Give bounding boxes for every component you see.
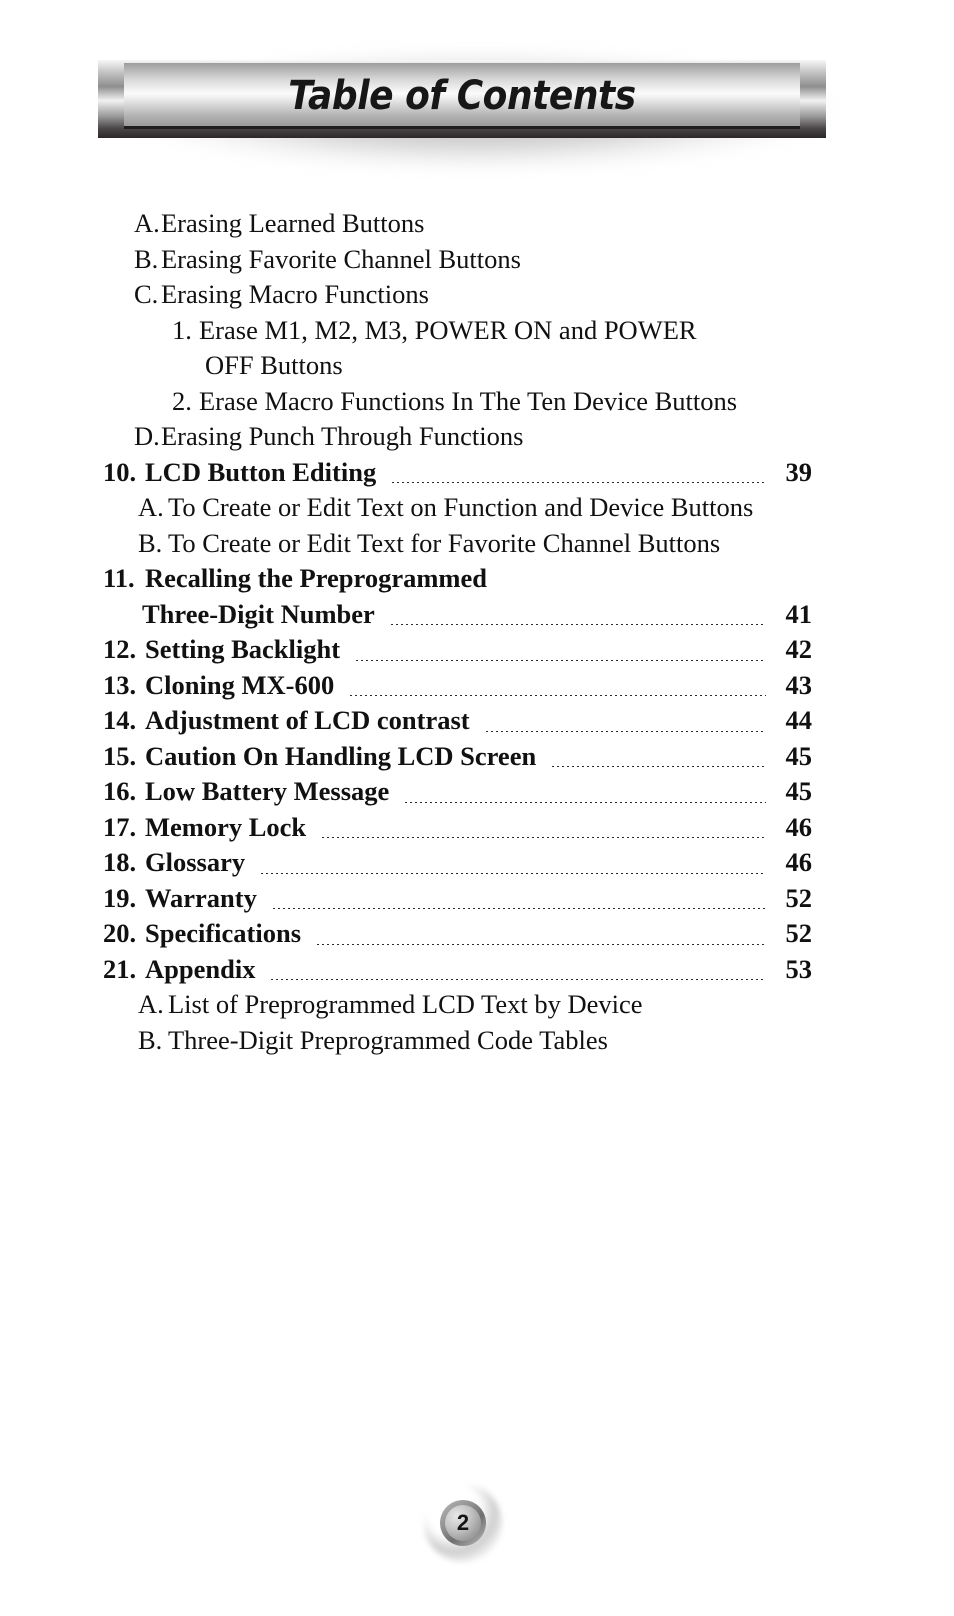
toc-entry-label: Erase Macro Functions In The Ten Device … — [199, 385, 738, 416]
toc-entry-marker: 16. — [103, 776, 137, 806]
toc-entry-marker: B. — [134, 243, 159, 274]
toc-entry-label: List of Preprogrammed LCD Text by Device — [168, 989, 643, 1019]
toc-entry-marker: 19. — [103, 882, 137, 913]
toc-entry[interactable]: D. Erasing Punch Through Functions — [0, 419, 954, 455]
toc-entry-label: Glossary — [145, 847, 246, 877]
toc-entry-label: Cloning MX-600 — [145, 669, 335, 700]
toc-entry-label: Caution On Handling LCD Screen — [145, 740, 537, 771]
toc-entry-page: 42 — [785, 634, 813, 664]
toc-entry-marker: 12. — [103, 634, 137, 664]
toc-leader-dots — [350, 695, 766, 696]
toc-entry-marker: 17. — [103, 811, 137, 842]
toc-entry-label: To Create or Edit Text on Function and D… — [168, 492, 754, 522]
toc-leader-dots — [552, 766, 766, 767]
toc-leader-dots — [390, 624, 766, 625]
toc-entry-page: 52 — [785, 918, 813, 948]
toc-entry[interactable]: C. Erasing Macro Functions — [0, 277, 954, 313]
toc-entry-page: 44 — [785, 705, 813, 735]
toc-entry-page: 46 — [785, 847, 813, 877]
toc-entry-page: 45 — [785, 776, 813, 806]
toc-entry[interactable]: 13. Cloning MX-600 43 — [0, 668, 954, 704]
toc-entry-page: 53 — [785, 953, 813, 984]
toc-entry[interactable]: Three-Digit Number 41 — [0, 597, 954, 633]
toc-entry[interactable]: B. Three-Digit Preprogrammed Code Tables — [0, 1023, 954, 1059]
toc-entry-label: Appendix — [145, 953, 256, 984]
toc-leader-dots — [271, 979, 766, 980]
toc-entry[interactable]: A. List of Preprogrammed LCD Text by Devi… — [0, 987, 954, 1023]
toc-entry[interactable]: 10. LCD Button Editing 39 — [0, 455, 954, 491]
toc-entry-label: OFF Buttons — [205, 350, 343, 380]
page-number-badge: 2 — [424, 1484, 502, 1562]
toc-entry-label: Adjustment of LCD contrast — [145, 705, 470, 735]
toc-entry-marker: A. — [138, 989, 164, 1019]
toc-entry-page: 41 — [785, 598, 813, 629]
toc-entry-marker: 2. — [172, 385, 192, 416]
toc-entry-marker: 11. — [103, 563, 135, 593]
toc-leader-dots — [392, 482, 766, 483]
toc-entry-marker: 13. — [103, 669, 137, 700]
toc-entry[interactable]: B. Erasing Favorite Channel Buttons — [0, 242, 954, 278]
table-of-contents-list: A. Erasing Learned Buttons B. Erasing Favor… — [0, 206, 954, 1058]
toc-entry-marker: 1. — [172, 314, 192, 345]
toc-entry-label: LCD Button Editing — [145, 456, 377, 487]
toc-entry-page: 43 — [785, 669, 813, 700]
toc-entry-marker: 10. — [103, 456, 137, 487]
toc-leader-dots — [322, 837, 766, 838]
toc-entry-label: Recalling the Preprogrammed — [145, 563, 487, 593]
toc-entry-marker: 15. — [103, 740, 137, 771]
toc-entry-label: Low Battery Message — [145, 776, 390, 806]
toc-entry[interactable]: 16. Low Battery Message 45 — [0, 774, 954, 810]
toc-entry[interactable]: OFF Buttons — [0, 348, 954, 384]
toc-entry-page: 45 — [785, 740, 813, 771]
toc-entry-label: Warranty — [145, 882, 257, 913]
toc-entry-label: Three-Digit Preprogrammed Code Tables — [168, 1024, 608, 1055]
toc-entry[interactable]: B. To Create or Edit Text for Favorite Ch… — [0, 526, 954, 562]
toc-entry-marker: 21. — [103, 953, 137, 984]
toc-entry-page: 46 — [785, 811, 813, 842]
toc-entry-marker: A. — [138, 492, 164, 522]
toc-entry[interactable]: 18. Glossary 46 — [0, 845, 954, 881]
toc-entry[interactable]: 12. Setting Backlight 42 — [0, 632, 954, 668]
toc-entry-label: Specifications — [145, 918, 302, 948]
toc-entry-marker: 20. — [103, 918, 137, 948]
toc-entry[interactable]: 20. Specifications 52 — [0, 916, 954, 952]
toc-entry-label: Erasing Macro Functions — [161, 279, 429, 309]
toc-entry-label: Three-Digit Number — [142, 598, 375, 629]
toc-leader-dots — [272, 908, 766, 909]
toc-entry[interactable]: 19. Warranty 52 — [0, 881, 954, 917]
toc-entry-marker: B. — [138, 1024, 163, 1055]
toc-entry-marker: B. — [138, 527, 163, 558]
toc-entry[interactable]: 11. Recalling the Preprogrammed — [0, 561, 954, 597]
toc-entry-marker: D. — [134, 421, 160, 451]
toc-entry-marker: 18. — [103, 847, 137, 877]
page-number-value: 2 — [445, 1505, 481, 1541]
toc-leader-dots — [405, 801, 766, 803]
toc-entry-label: Erasing Punch Through Functions — [161, 421, 524, 451]
toc-entry[interactable]: 2. Erase Macro Functions In The Ten Devic… — [0, 384, 954, 420]
toc-leader-dots — [261, 872, 766, 874]
toc-entry[interactable]: 15. Caution On Handling LCD Screen 45 — [0, 739, 954, 775]
toc-entry-marker: C. — [134, 279, 159, 309]
toc-entry-marker: 14. — [103, 705, 137, 735]
toc-entry-label: Erasing Learned Buttons — [161, 208, 425, 238]
toc-entry-label: Setting Backlight — [145, 634, 341, 664]
toc-entry[interactable]: 1. Erase M1, M2, M3, POWER ON and POWER — [0, 313, 954, 349]
toc-leader-dots — [485, 730, 766, 732]
toc-entry-label: Erase M1, M2, M3, POWER ON and POWER — [199, 314, 697, 345]
toc-entry-page: 39 — [785, 456, 813, 487]
toc-leader-dots — [317, 943, 766, 945]
toc-entry-marker: A. — [134, 208, 160, 238]
toc-entry-label: Memory Lock — [145, 811, 307, 842]
toc-entry[interactable]: 14. Adjustment of LCD contrast 44 — [0, 703, 954, 739]
toc-entry[interactable]: A. To Create or Edit Text on Function and… — [0, 490, 954, 526]
toc-entry-label: Erasing Favorite Channel Buttons — [161, 243, 521, 274]
toc-entry[interactable]: A. Erasing Learned Buttons — [0, 206, 954, 242]
toc-entry[interactable]: 21. Appendix 53 — [0, 952, 954, 988]
toc-entry-page: 52 — [785, 882, 813, 913]
toc-entry-label: To Create or Edit Text for Favorite Chan… — [168, 527, 721, 558]
page-header-banner: Table of Contents — [0, 34, 954, 184]
toc-leader-dots — [356, 659, 766, 661]
page-title: Table of Contents — [288, 73, 636, 119]
toc-entry[interactable]: 17. Memory Lock 46 — [0, 810, 954, 846]
